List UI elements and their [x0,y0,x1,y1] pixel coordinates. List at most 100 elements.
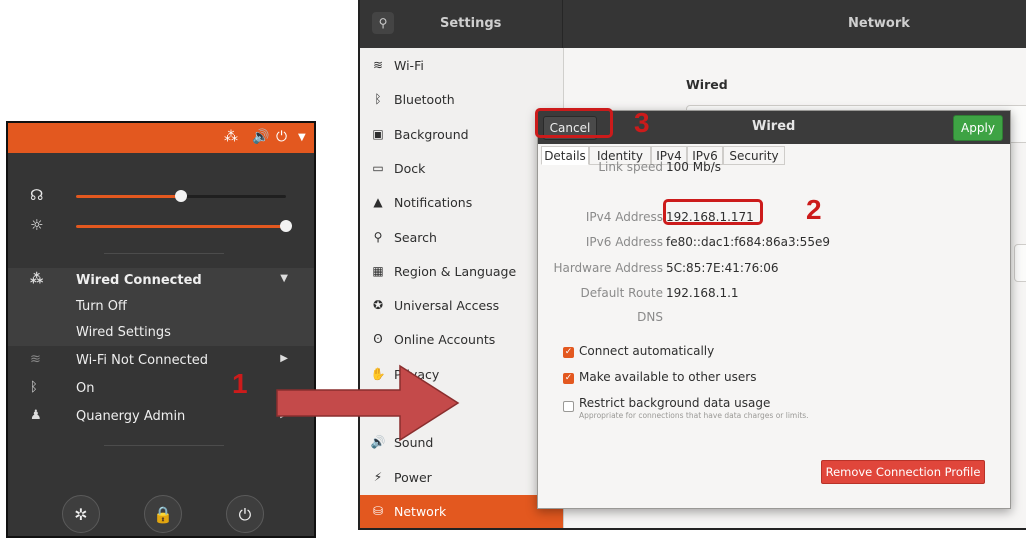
sidebar-item-wi-fi[interactable]: ≋ Wi-Fi [360,49,563,83]
make-available-label: Make available to other users [579,370,757,384]
power-indicator-icon[interactable]: ⏻ [276,129,287,145]
wired-connected-label: Wired Connected [76,273,202,288]
sidebar-item-label: Network [394,503,447,519]
search-icon: ⚲ [373,229,383,244]
connect-automatically-checkbox[interactable]: ✓ [563,347,574,358]
sidebar-item-universal-access[interactable]: ✪ Universal Access [360,289,563,323]
sidebar-item-background[interactable]: ▣ Background [360,118,563,152]
user-row[interactable]: ♟ Quanergy Admin ▶ [8,404,314,430]
volume-indicator-icon[interactable]: 🔊 [252,129,269,145]
dns-label: DNS [637,310,663,324]
tab-security[interactable]: Security [723,146,785,165]
hand-icon: ✋ [370,366,386,381]
turn-off-label: Turn Off [76,299,127,314]
sidebar-item-label: ring [394,401,419,416]
sidebar-item-label: Notifications [394,195,473,211]
apply-button[interactable]: Apply [953,115,1003,141]
sidebar-item-label: Search [394,229,437,245]
header-bar: ⚲ Settings Network [360,0,1026,48]
wired-settings-item[interactable]: Wired Settings [8,320,314,346]
lock-button[interactable]: 🔒 [144,495,182,533]
tools-icon: ✲ [74,505,88,524]
sidebar-item-label: Power [394,469,432,485]
online-accounts-icon: ʘ [373,332,383,347]
make-available-checkbox[interactable]: ✓ [563,373,574,384]
chevron-right-icon: ▶ [280,409,288,420]
callout-number-1: 1 [232,368,248,399]
bell-icon: ▲ [373,195,383,210]
wifi-row[interactable]: ≋ Wi-Fi Not Connected ▶ [8,348,314,374]
sidebar-item-search[interactable]: ⚲ Search [360,221,563,255]
network-indicator-icon[interactable]: ⁂ [224,129,238,145]
sidebar-item-label: Online Accounts [394,332,496,348]
sidebar-item-dock[interactable]: ▭ Dock [360,152,563,186]
sidebar-item-network[interactable]: ⛁ Network [360,494,563,528]
wifi-icon: ≋ [372,58,384,72]
ipv6-label: IPv6 Address [585,235,663,249]
wired-connected-row[interactable]: ⁂ Wired Connected ▼ [8,268,314,294]
ipv6-value: fe80::dac1:f684:86a3:55e9 [666,235,830,249]
sidebar-item-label: Dock [394,160,426,176]
region-icon: ▦ [372,263,384,278]
sidebar-item-label: Universal Access [394,298,500,314]
volume-slider-knob[interactable] [175,190,187,202]
brightness-slider-knob[interactable] [280,220,292,232]
user-label: Quanergy Admin [76,409,186,424]
settings-button[interactable]: ✲ [62,495,100,533]
default-route-value: 192.168.1.1 [666,286,739,300]
link-speed-label: Link speed [598,160,663,174]
power-off-button[interactable]: ⏻ [226,495,264,533]
turn-off-item[interactable]: Turn Off [8,294,314,320]
user-icon: ♟ [30,408,42,423]
sidebar-item-label: Region & Language [394,263,517,279]
network-icon: ⛁ [372,503,384,518]
callout-box-ipv4 [663,199,763,225]
sidebar-item-label: Wi-Fi [394,58,424,73]
restrict-data-label: Restrict background data usage [579,396,771,410]
sidebar-item-online-accounts[interactable]: ʘ Online Accounts [360,323,563,357]
settings-title: Settings [440,16,502,31]
power-icon: ⏻ [238,505,252,524]
wifi-icon: ≋ [30,352,41,367]
lock-icon: 🔒 [153,505,173,524]
ipv4-label: IPv4 Address [585,210,663,224]
search-button[interactable]: ⚲ [372,12,394,34]
speaker-icon: 🔊 [370,435,386,450]
sidebar-item-sound[interactable]: 🔊 Sound [360,426,563,460]
restrict-data-checkbox[interactable] [563,401,574,412]
tab-details[interactable]: Details [541,146,589,165]
callout-number-3: 3 [634,107,650,138]
system-menu-panel: ⁂ 🔊 ⏻ ▼ ☊ ☼ ⁂ Wired Connected ▼ Turn Off [6,121,316,538]
sidebar-item-bluetooth[interactable]: ᛒ Bluetooth [360,83,563,117]
sidebar: ≋ Wi-Fi ᛒ Bluetooth ▣ Background ▭ Dock ▲ Notific… [360,48,564,528]
wired-network-icon: ⁂ [30,272,44,287]
link-speed-value: 100 Mb/s [666,160,721,174]
wired-heading: Wired [686,77,728,92]
sidebar-item-power[interactable]: ⚡ Power [360,461,563,495]
wired-dialog: Cancel Wired Apply Details Identity IPv4… [537,110,1011,509]
sidebar-item-label: Bluetooth [394,92,455,108]
callout-box-cancel [535,108,613,138]
sidebar-item-privacy[interactable]: ✋ Privacy [360,358,563,392]
chevron-right-icon: ▶ [280,353,288,364]
search-icon: ⚲ [378,16,388,30]
wired-settings-label: Wired Settings [76,325,171,340]
restrict-data-description: Appropriate for connections that have da… [579,411,809,420]
bluetooth-label: On [76,381,95,396]
sidebar-item-ring[interactable]: ⇄ ring [360,392,563,426]
top-bar: ⁂ 🔊 ⏻ ▼ [8,123,314,153]
bluetooth-row[interactable]: ᛒ On [8,376,314,402]
callout-number-2: 2 [806,194,822,225]
remove-connection-profile-button[interactable]: Remove Connection Profile [821,460,985,484]
background-icon: ▣ [372,126,384,141]
sidebar-item-notifications[interactable]: ▲ Notifications [360,186,563,220]
default-route-label: Default Route [580,286,664,300]
network-title: Network [848,16,910,31]
volume-slider[interactable] [76,190,286,202]
bluetooth-icon: ᛒ [30,380,38,395]
chevron-down-icon[interactable]: ▼ [298,132,306,143]
brightness-icon: ☼ [30,216,44,234]
sidebar-item-region-language[interactable]: ▦ Region & Language [360,255,563,289]
universal-access-icon: ✪ [372,298,384,313]
brightness-slider[interactable] [76,220,292,232]
